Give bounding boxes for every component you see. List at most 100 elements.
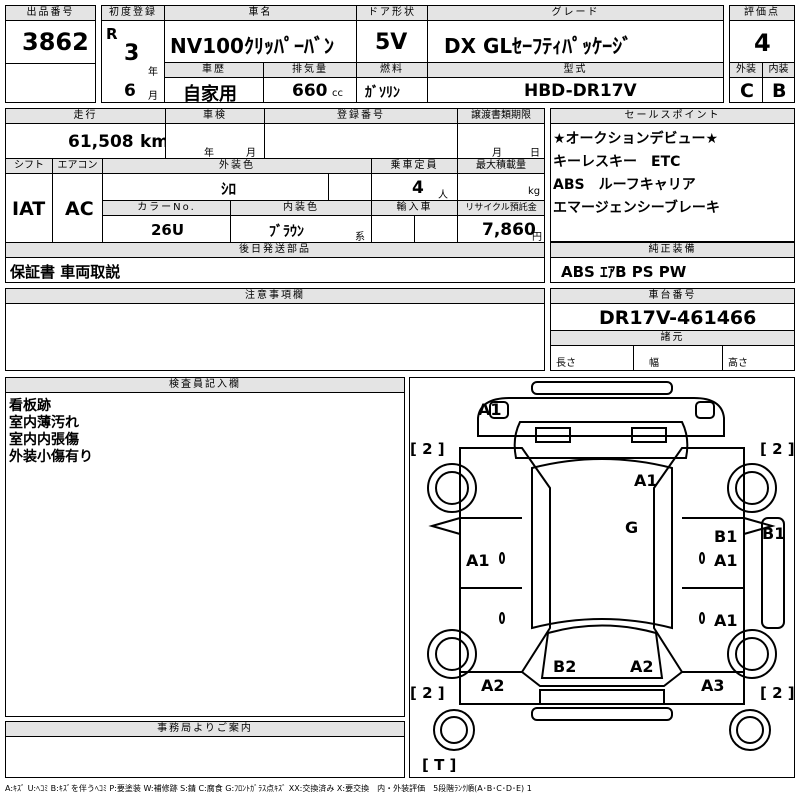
damage-mark: A3 [701,676,725,695]
fuel-label: 燃料 [356,62,428,78]
inspector-label: 検査員記入欄 [5,377,405,393]
damage-mark: A2 [630,657,654,676]
seats-cell: 4 人 [371,173,458,201]
ac-cell: AC [52,173,103,243]
displacement-label: 排気量 [263,62,357,78]
damage-mark: [ 2 ] [410,684,445,702]
int-color: ﾌﾞﾗｳﾝ [269,224,304,240]
reg-year: 3 [124,41,140,66]
inspector-note: 外装小傷有り [9,449,93,465]
fuel-cell: ｶﾞｿﾘﾝ [356,77,428,103]
chassis-label: 車台番号 [550,288,795,304]
car-diagram-panel: A1 [ 2 ] [ 2 ] A1 G B1 B1 A1 A1 A1 B2 A2… [409,377,795,778]
color-no-label: カラーNo. [102,200,231,216]
later-items: 保証書 車両取説 [10,263,121,281]
recycle-label: リサイクル預託金 [457,200,545,216]
first-reg-cell: R 3 年 6 月 [101,20,165,103]
later-items-cell: 保証書 車両取説 [5,257,545,283]
equipment-label: 純正装備 [550,242,795,258]
import-cell-a [371,215,415,243]
car-diagram [427,381,785,751]
spec-label: 諸元 [550,330,795,346]
office-label: 事務局よりご案内 [5,721,405,737]
shift-label: シフト [5,158,53,174]
damage-mark: A1 [634,471,658,490]
seats-unit: 人 [438,190,448,201]
selling-point-line: ★オークションデビュー★ [553,131,719,147]
mileage-cell: 61,508 km [5,123,169,159]
exterior-label: 外装 [729,62,763,78]
model-cell: HBD-DR17V [427,77,724,103]
selling-points-label: セールスポイント [550,108,795,124]
ext-color-extra [328,173,372,201]
grade-cell: DX GLｾｰﾌﾃｨﾊﾟｯｹｰｼﾞ [427,20,724,63]
later-items-label: 後日発送部品 [5,242,545,258]
score-label: 評価点 [729,5,795,21]
exterior: C [740,80,754,102]
mileage-label: 走行 [5,108,166,124]
plate-label: 登録番号 [264,108,458,124]
damage-mark: A1 [478,400,502,419]
height-label: 高さ [728,358,748,369]
color-no: 26U [151,221,185,239]
chassis-cell: DR17V-461466 [550,303,795,331]
door: 5V [375,30,408,55]
notes-label: 注意事項欄 [5,288,545,304]
history-cell: 自家用 [164,77,264,105]
insp-month-unit: 月 [246,148,256,159]
car-name: NV100ｸﾘｯﾊﾟｰﾊﾞﾝ [170,34,334,58]
notes-cell [5,303,545,371]
grade: DX GLｾｰﾌﾃｨﾊﾟｯｹｰｼﾞ [444,34,633,58]
era: R [106,25,118,43]
selling-point-line: エマージェンシーブレーキ [553,200,720,216]
int-color-unit: 系 [355,232,365,243]
transfer-label: 譲渡書類期限 [457,108,545,124]
displacement-cell: 660 cc [263,77,357,103]
damage-mark: A1 [714,551,738,570]
recycle: 7,860 [482,220,536,240]
reg-month: 6 [124,81,136,101]
equipment-cell: ABS ｴｱB PS PW [550,257,795,283]
width-cell: 幅 [633,345,723,371]
history: 自家用 [183,84,237,105]
front-body-outline [477,397,725,437]
fuel: ｶﾞｿﾘﾝ [365,85,400,101]
length-label: 長さ [556,358,576,369]
interior: B [772,80,787,102]
seats-label: 乗車定員 [371,158,458,174]
selling-point-line: ABS ルーフキャリア [553,177,696,193]
score-cell: 4 [729,20,795,63]
year-unit: 年 [148,67,158,78]
color-no-cell: 26U [102,215,231,243]
height-cell: 高さ [722,345,795,371]
recycle-cell: 7,860 円 [457,215,545,243]
lot-no-label: 出品番号 [5,5,96,21]
selling-point-line: キーレスキー ETC [553,154,681,170]
width-label: 幅 [649,358,659,369]
ext-color: ｼﾛ [221,180,237,198]
inspection-cell: 年 月 [165,123,265,159]
shift: IAT [12,198,46,220]
ac-label: エアコン [52,158,103,174]
damage-mark: B2 [553,657,577,676]
front-bumper-outline [531,381,673,395]
grade-label: グレード [427,5,724,21]
interior-cell: B [762,77,795,103]
equipment: ABS ｴｱB PS PW [561,263,687,281]
exterior-cell: C [729,77,763,103]
chassis-no: DR17V-461466 [599,307,757,329]
max-load-unit: kg [528,186,541,197]
max-load-label: 最大積載量 [457,158,545,174]
damage-mark: A1 [466,551,490,570]
rear-bumper-outline [531,707,673,721]
transfer-day-unit: 日 [530,148,540,159]
displacement: 660 [292,81,328,101]
import-label: 輸入車 [371,200,458,216]
plate-cell [264,123,458,159]
recycle-unit: 円 [532,232,542,243]
lot-no-blank [5,63,96,103]
displacement-unit: cc [332,88,343,99]
ext-color-label: 外装色 [102,158,372,174]
damage-mark: [ 2 ] [760,684,795,702]
month-unit: 月 [148,91,158,102]
